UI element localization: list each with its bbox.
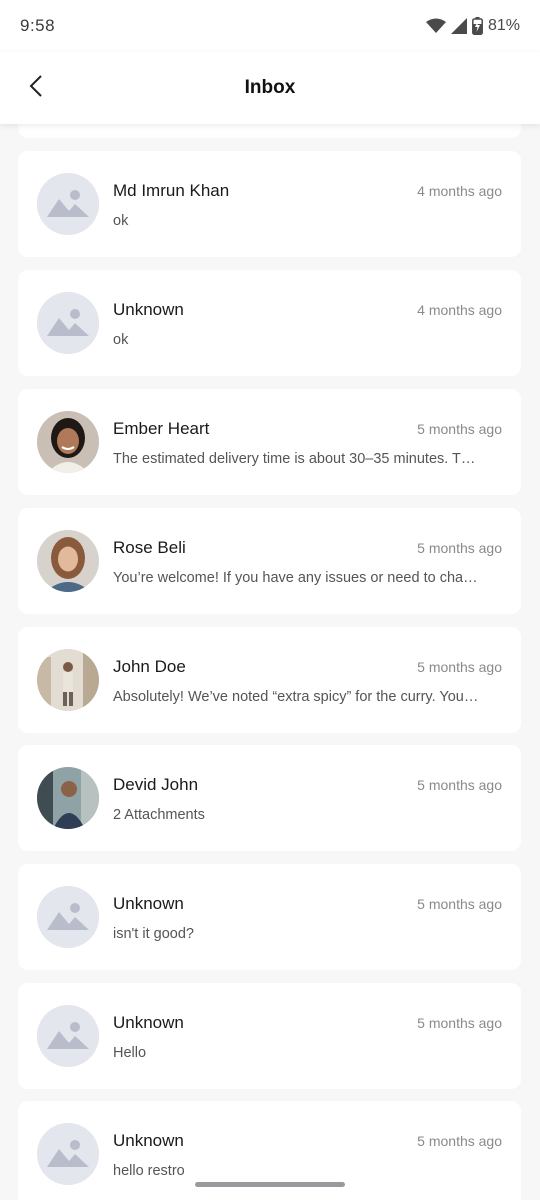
back-button[interactable] (14, 66, 58, 110)
profile-photo (37, 530, 99, 592)
avatar (37, 649, 99, 711)
message-time: 5 months ago (417, 540, 502, 556)
avatar (37, 1005, 99, 1067)
placeholder-image-icon (37, 1005, 99, 1067)
message-time: 5 months ago (417, 896, 502, 912)
conversation-item[interactable]: Unknown 5 months ago Hello (18, 983, 521, 1089)
message-preview: ok (113, 332, 129, 348)
message-preview: hello restro (113, 1163, 185, 1179)
avatar (37, 292, 99, 354)
conversation-item[interactable]: Md Imrun Khan 4 months ago ok (18, 151, 521, 257)
conversation-item[interactable]: Unknown 5 months ago isn't it good? (18, 864, 521, 970)
inbox-screen: 9:58 81% Inbox Md Imrun Khan 4 months ag… (0, 0, 540, 1200)
message-preview: 2 Attachments (113, 807, 205, 823)
chevron-left-icon (29, 74, 43, 103)
profile-photo (37, 649, 99, 711)
placeholder-image-icon (37, 292, 99, 354)
battery-level: 81% (487, 17, 520, 34)
avatar (37, 886, 99, 948)
avatar (37, 767, 99, 829)
message-time: 5 months ago (417, 1133, 502, 1149)
avatar (37, 1123, 99, 1185)
message-time: 4 months ago (417, 302, 502, 318)
battery-charging-icon (472, 17, 483, 35)
avatar (37, 411, 99, 473)
conversation-item[interactable]: Devid John 5 months ago 2 Attachments (18, 745, 521, 851)
message-time: 5 months ago (417, 421, 502, 437)
message-preview: Absolutely! We’ve noted “extra spicy” fo… (113, 689, 479, 705)
status-bar: 9:58 81% (0, 0, 540, 52)
home-indicator[interactable] (195, 1182, 345, 1187)
placeholder-image-icon (37, 886, 99, 948)
contact-name: Unknown (113, 300, 184, 319)
message-preview: The estimated delivery time is about 30–… (113, 451, 476, 467)
contact-name: Md Imrun Khan (113, 181, 230, 200)
wifi-icon (425, 18, 446, 34)
message-time: 5 months ago (417, 777, 502, 793)
message-preview: isn't it good? (113, 926, 194, 942)
conversation-item[interactable]: John Doe 5 months ago Absolutely! We’ve … (18, 627, 521, 733)
message-time: 5 months ago (417, 659, 502, 675)
conversation-item[interactable]: Ember Heart 5 months ago The estimated d… (18, 389, 521, 495)
message-preview: Hello (113, 1045, 147, 1061)
profile-photo (37, 411, 99, 473)
placeholder-image-icon (37, 1123, 99, 1185)
contact-name: Rose Beli (113, 538, 186, 557)
profile-photo (37, 767, 99, 829)
status-icons: 81% (425, 17, 520, 35)
contact-name: Unknown (113, 894, 184, 913)
contact-name: Ember Heart (113, 419, 210, 438)
contact-name: Unknown (113, 1131, 184, 1150)
contact-name: Unknown (113, 1013, 184, 1032)
message-preview: ok (113, 213, 129, 229)
avatar (37, 530, 99, 592)
avatar (37, 173, 99, 235)
contact-name: Devid John (113, 775, 199, 794)
status-time: 9:58 (20, 16, 56, 35)
message-time: 5 months ago (417, 1015, 502, 1031)
contact-name: John Doe (113, 657, 186, 676)
conversation-item[interactable]: Unknown 4 months ago ok (18, 270, 521, 376)
message-time: 4 months ago (417, 183, 502, 199)
list-item-partial[interactable] (18, 124, 521, 138)
conversation-item[interactable]: Rose Beli 5 months ago You’re welcome! I… (18, 508, 521, 614)
placeholder-image-icon (37, 173, 99, 235)
signal-icon (450, 18, 467, 34)
app-bar: Inbox (0, 52, 540, 124)
page-title: Inbox (244, 77, 296, 98)
conversation-list[interactable]: Md Imrun Khan 4 months ago ok Unknown 4 … (0, 124, 540, 1200)
message-preview: You’re welcome! If you have any issues o… (113, 570, 478, 586)
